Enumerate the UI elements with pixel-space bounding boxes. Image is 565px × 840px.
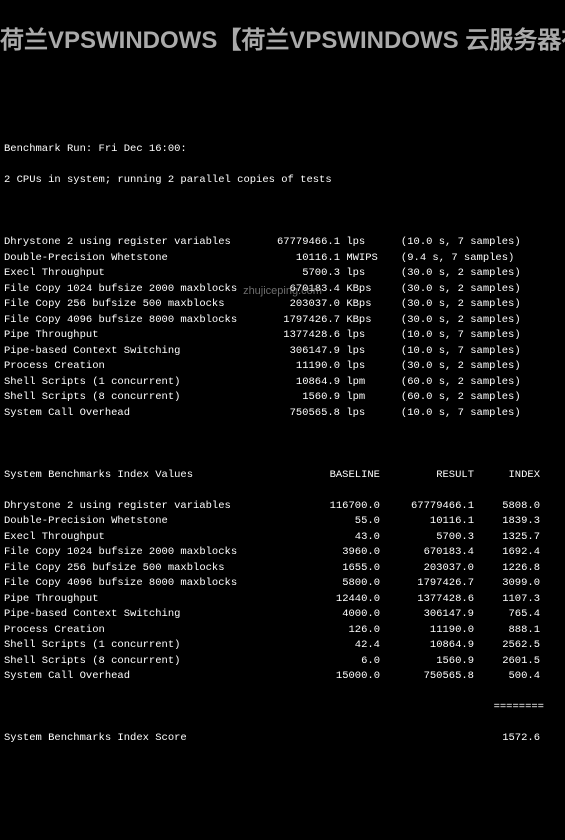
- benchmark-row: Pipe-based Context Switching306147.9 lps…: [4, 344, 561, 360]
- benchmark-row: Pipe Throughput1377428.6 lps (10.0 s, 7 …: [4, 328, 561, 344]
- divider: ========: [4, 700, 561, 716]
- index-row: File Copy 256 bufsize 500 maxblocks1655.…: [4, 561, 561, 577]
- benchmark-row: Double-Precision Whetstone10116.1 MWIPS …: [4, 251, 561, 267]
- index-row: Pipe Throughput12440.01377428.61107.3: [4, 592, 561, 608]
- benchmark-row: Shell Scripts (8 concurrent)1560.9 lpm (…: [4, 390, 561, 406]
- index-row: Execl Throughput43.05700.31325.7: [4, 530, 561, 546]
- header-line: Benchmark Run: Fri Dec 16:00:: [4, 142, 561, 158]
- index-row: Double-Precision Whetstone55.010116.1183…: [4, 514, 561, 530]
- index-row: Shell Scripts (8 concurrent)6.01560.9260…: [4, 654, 561, 670]
- terminal-output: Benchmark Run: Fri Dec 16:00: 2 CPUs in …: [0, 109, 565, 763]
- benchmark-row: Shell Scripts (1 concurrent)10864.9 lpm …: [4, 375, 561, 391]
- benchmark-row: File Copy 4096 bufsize 8000 maxblocks179…: [4, 313, 561, 329]
- index-row: Shell Scripts (1 concurrent)42.410864.92…: [4, 638, 561, 654]
- index-row: Dhrystone 2 using register variables1167…: [4, 499, 561, 515]
- article-title: 荷兰VPSWINDOWS【荷兰VPSWINDOWS 云服务器有什么优势？】: [0, 26, 565, 56]
- benchmark-row: System Call Overhead750565.8 lps (10.0 s…: [4, 406, 561, 422]
- index-row: File Copy 4096 bufsize 8000 maxblocks580…: [4, 576, 561, 592]
- index-header: System Benchmarks Index ValuesBASELINERE…: [4, 468, 561, 484]
- benchmark-row: Process Creation11190.0 lps (30.0 s, 2 s…: [4, 359, 561, 375]
- benchmark-row: File Copy 256 bufsize 500 maxblocks20303…: [4, 297, 561, 313]
- index-row: Process Creation126.011190.0888.1: [4, 623, 561, 639]
- header-line: 2 CPUs in system; running 2 parallel cop…: [4, 173, 561, 189]
- benchmark-row: File Copy 1024 bufsize 2000 maxblocks670…: [4, 282, 561, 298]
- score-line: System Benchmarks Index Score1572.6: [4, 731, 561, 747]
- benchmark-row: Dhrystone 2 using register variables6777…: [4, 235, 561, 251]
- benchmark-row: Execl Throughput5700.3 lps (30.0 s, 2 sa…: [4, 266, 561, 282]
- index-row: System Call Overhead15000.0750565.8500.4: [4, 669, 561, 685]
- index-row: File Copy 1024 bufsize 2000 maxblocks396…: [4, 545, 561, 561]
- index-row: Pipe-based Context Switching4000.0306147…: [4, 607, 561, 623]
